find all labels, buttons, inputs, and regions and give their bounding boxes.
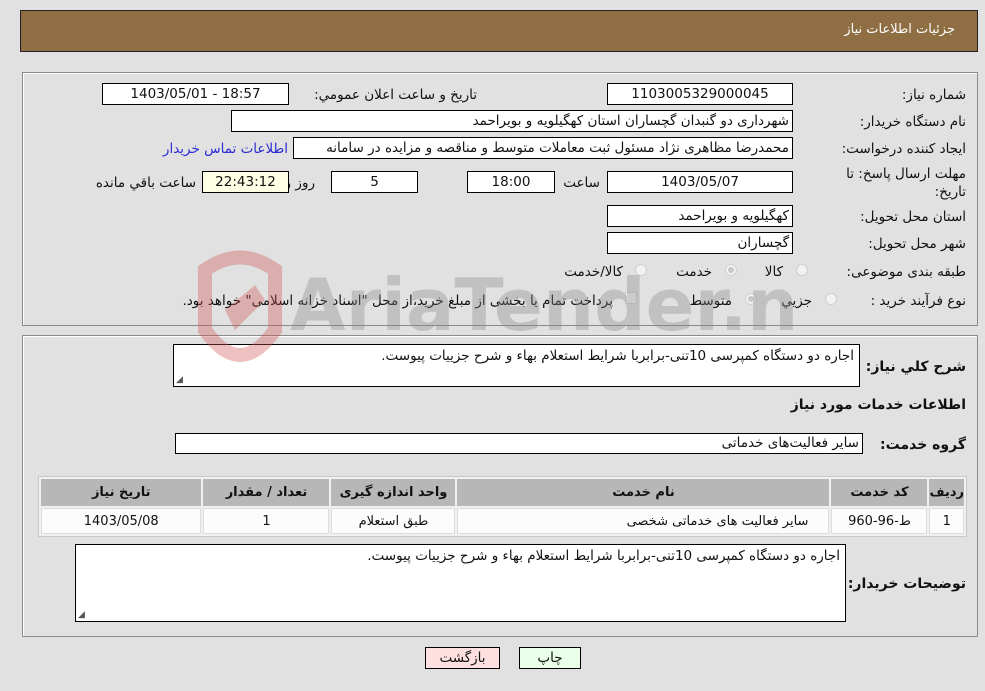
page-title: جزئیات اطلاعات نیاز [844, 22, 955, 37]
description-label: شرح كلي نياز: [865, 359, 966, 375]
purchase-option-medium: متوسط [689, 293, 732, 309]
buyer-notes-text: اجاره دو دستگاه کمپرسی 10تنی-برابربا شرا… [367, 548, 840, 564]
purchase-type-label: نوع فرآيند خريد : [870, 293, 966, 309]
time-remaining-label: ساعت باقي مانده [95, 175, 196, 191]
announce-datetime-label: تاریخ و ساعت اعلان عمومي: [314, 87, 477, 103]
delivery-province-field: کهگیلویه و بویراحمد [607, 205, 793, 227]
requester-field: محمدرضا مظاهری نژاد مسئول ثبت معاملات مت… [293, 137, 793, 159]
buyer-org-label: نام دستگاه خريدار: [859, 114, 966, 130]
category-label: طبقه بندی موضوعی: [846, 264, 966, 280]
time-remaining-field: 22:43:12 [202, 171, 289, 193]
print-button[interactable]: چاپ [519, 647, 581, 669]
purchase-radio-medium[interactable] [745, 293, 757, 305]
days-remaining-field: 5 [331, 171, 418, 193]
col-service-code: کد خدمت [831, 479, 928, 506]
table-header-row: رديف کد خدمت نام خدمت واحد اندازه گيری ت… [41, 479, 964, 506]
deadline-date-field: 1403/05/07 [607, 171, 793, 193]
table-row: 1 ط-96-960 سایر فعالیت های خدماتی شخصی ط… [41, 508, 964, 534]
description-text: اجاره دو دستگاه کمپرسی 10تنی-برابربا شرا… [381, 348, 854, 364]
resize-grip-icon[interactable]: ◢ [78, 611, 85, 620]
service-group-field: سایر فعالیت‌های خدماتی [175, 433, 863, 454]
treasury-note: پرداخت تمام يا بخشی از مبلغ خريد،از محل … [182, 293, 613, 309]
deadline-label: مهلت ارسال پاسخ: تا تاريخ: [846, 166, 966, 200]
need-number-field: 1103005329000045 [607, 83, 793, 105]
need-number-label: شماره نیاز: [901, 87, 966, 103]
cell-quantity: 1 [203, 508, 330, 534]
buyer-notes-textarea[interactable]: اجاره دو دستگاه کمپرسی 10تنی-برابربا شرا… [75, 544, 846, 622]
col-quantity: تعداد / مقدار [203, 479, 330, 506]
cell-row-number: 1 [929, 508, 964, 534]
description-textarea[interactable]: اجاره دو دستگاه کمپرسی 10تنی-برابربا شرا… [173, 344, 860, 387]
category-option-service: خدمت [676, 264, 712, 280]
purchase-radio-minor[interactable] [825, 293, 837, 305]
col-need-date: تاريخ نياز [41, 479, 202, 506]
cell-need-date: 1403/05/08 [41, 508, 202, 534]
service-group-label: گروه خدمت: [880, 437, 966, 453]
days-label: روز و [284, 175, 315, 191]
col-row-number: رديف [929, 479, 964, 506]
treasury-checkbox[interactable] [625, 292, 637, 304]
buyer-org-field: شهرداری دو گنبدان گچساران استان کهگیلویه… [231, 110, 793, 132]
cell-service-name: سایر فعالیت های خدماتی شخصی [457, 508, 830, 534]
cell-service-code: ط-96-960 [831, 508, 928, 534]
services-table: رديف کد خدمت نام خدمت واحد اندازه گيری ت… [38, 476, 967, 537]
category-radio-goods[interactable] [796, 264, 808, 276]
delivery-city-label: شهر محل تحويل: [868, 236, 966, 252]
purchase-option-minor: جزيي [781, 293, 812, 309]
back-button[interactable]: بازگشت [425, 647, 500, 669]
page-header: جزئیات اطلاعات نیاز [20, 10, 978, 52]
resize-grip-icon[interactable]: ◢ [176, 376, 183, 385]
buyer-notes-label: توضيحات خريدار: [847, 576, 966, 592]
cell-unit: طبق استعلام [331, 508, 456, 534]
category-radio-service[interactable] [725, 264, 737, 276]
buyer-contact-link[interactable]: اطلاعات تماس خريدار [163, 141, 288, 157]
col-service-name: نام خدمت [457, 479, 830, 506]
category-option-goods-service: کالا/خدمت [564, 264, 623, 280]
requester-label: ايجاد کننده درخواست: [841, 141, 966, 157]
announce-datetime-field: 1403/05/01 - 18:57 [102, 83, 289, 105]
delivery-city-field: گچساران [607, 232, 793, 254]
deadline-time-label: ساعت [563, 175, 600, 191]
deadline-time-field: 18:00 [467, 171, 555, 193]
col-unit: واحد اندازه گيری [331, 479, 456, 506]
services-section-title: اطلاعات خدمات مورد نياز [790, 397, 966, 413]
category-option-goods: کالا [764, 264, 783, 280]
category-radio-goods-service[interactable] [635, 264, 647, 276]
delivery-province-label: استان محل تحويل: [860, 209, 966, 225]
